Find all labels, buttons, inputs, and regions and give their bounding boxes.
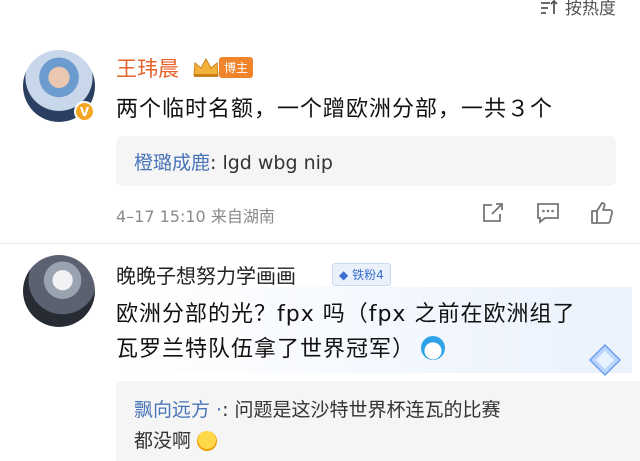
reply-username[interactable]: 飘向远方 · xyxy=(134,399,222,421)
sort-icon xyxy=(541,0,558,14)
share-icon[interactable] xyxy=(480,200,506,226)
reply-preview[interactable]: 橙璐成鹿: lgd wbg nip xyxy=(116,136,616,186)
reply-text: : lgd wbg nip xyxy=(210,152,333,174)
reply-username[interactable]: 橙璐成鹿 xyxy=(134,152,210,174)
reply-text: 都没啊 xyxy=(134,430,192,452)
avatar[interactable] xyxy=(23,255,95,327)
diamond-small-icon: ◆ xyxy=(339,268,349,282)
fan-badge: ◆ 铁粉4 xyxy=(332,263,391,286)
blogger-badge: 博主 xyxy=(219,57,254,78)
sort-label: 按热度 xyxy=(565,0,616,19)
reply-text: : 问题是这沙特世界杯连瓦的比赛 xyxy=(222,399,501,421)
comment-text: 瓦罗兰特队伍拿了世界冠军） xyxy=(116,331,446,363)
comment-divider xyxy=(0,243,640,244)
verified-badge-icon: V xyxy=(74,101,95,122)
location: 来自湖南 xyxy=(210,207,275,226)
sort-by-heat-button[interactable]: 按热度 xyxy=(539,0,616,19)
doraemon-emoji-icon xyxy=(421,336,446,360)
timestamp: 4–17 15:10 xyxy=(116,207,206,226)
comment-username[interactable]: 晚晚子想努力学画画 xyxy=(116,260,296,289)
laugh-emoji-icon xyxy=(197,431,218,451)
comment-icon[interactable] xyxy=(535,200,561,226)
like-icon[interactable] xyxy=(589,200,615,226)
reply-preview[interactable]: 飘向远方 ·: 问题是这沙特世界杯连瓦的比赛 都没啊 xyxy=(116,381,640,461)
comment-meta: 4–17 15:10 来自湖南 xyxy=(116,203,275,227)
comment-text-line: 瓦罗兰特队伍拿了世界冠军） xyxy=(116,337,416,362)
comment-username[interactable]: 王玮晨 xyxy=(116,53,179,83)
comment-text: 欧洲分部的光？fpx 吗（fpx 之前在欧洲组了 xyxy=(116,302,576,327)
crown-icon xyxy=(193,57,219,77)
fan-badge-label: 铁粉4 xyxy=(352,268,384,282)
comment-text: 两个临时名额，一个蹭欧洲分部，一共３个 xyxy=(116,97,554,122)
diamond-icon xyxy=(588,343,622,377)
